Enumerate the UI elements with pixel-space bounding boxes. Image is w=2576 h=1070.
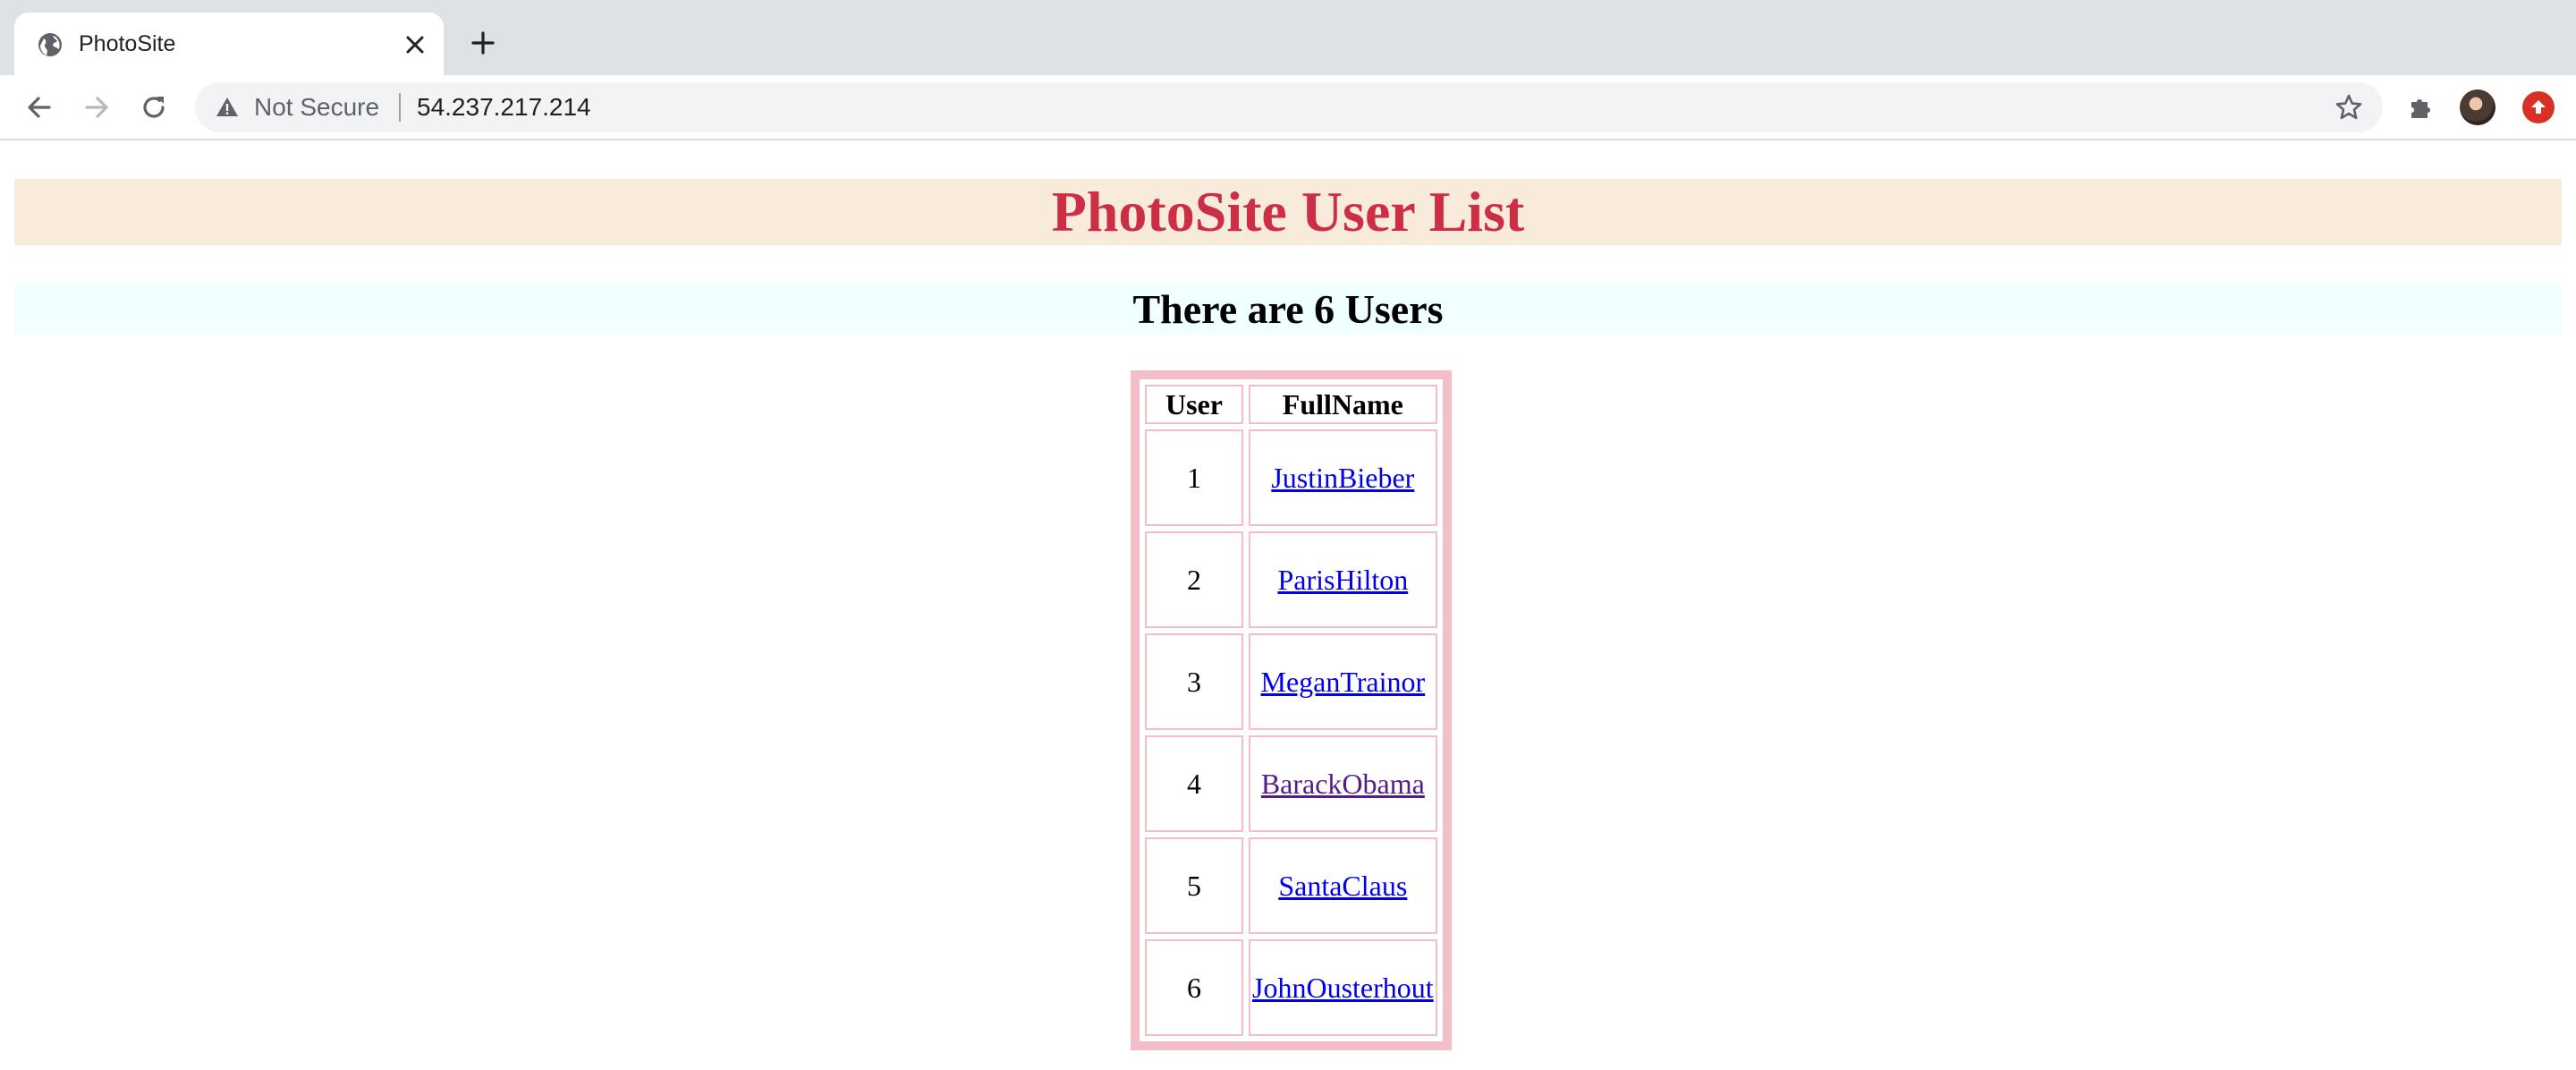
user-number-cell: 5	[1145, 837, 1243, 934]
user-link-barackobama[interactable]: BarackObama	[1261, 768, 1425, 800]
table-row: 6 JohnOusterhout	[1145, 939, 1437, 1036]
user-table: User FullName 1 JustinBieber 2 ParisHilt…	[1131, 370, 1452, 1050]
user-link-parishilton[interactable]: ParisHilton	[1277, 564, 1408, 596]
column-header-fullname: FullName	[1249, 385, 1437, 424]
user-link-megantrainor[interactable]: MeganTrainor	[1260, 666, 1425, 698]
fullname-cell: ParisHilton	[1249, 531, 1437, 628]
arrow-right-icon[interactable]	[77, 88, 116, 127]
fullname-cell: JohnOusterhout	[1249, 939, 1437, 1036]
user-table-container: User FullName 1 JustinBieber 2 ParisHilt…	[1131, 370, 1452, 1050]
security-label[interactable]: Not Secure	[254, 93, 379, 122]
puzzle-icon[interactable]	[2402, 89, 2438, 125]
user-count-heading: There are 6 Users	[1132, 286, 1444, 332]
user-number-cell: 4	[1145, 735, 1243, 832]
close-icon[interactable]	[399, 29, 431, 61]
address-bar[interactable]: Not Secure 54.237.217.214	[195, 82, 2383, 132]
globe-icon	[36, 30, 64, 59]
page-title: PhotoSite User List	[1051, 180, 1525, 243]
browser-toolbar: Not Secure 54.237.217.214	[0, 75, 2576, 140]
warning-triangle-icon[interactable]	[215, 95, 240, 120]
table-header-row: User FullName	[1145, 385, 1437, 424]
table-row: 3 MeganTrainor	[1145, 633, 1437, 730]
avatar[interactable]	[2460, 89, 2496, 125]
user-number-cell: 3	[1145, 633, 1243, 730]
user-number-cell: 6	[1145, 939, 1243, 1036]
update-arrow-icon[interactable]	[2522, 91, 2555, 123]
table-row: 4 BarackObama	[1145, 735, 1437, 832]
user-link-santaclaus[interactable]: SantaClaus	[1278, 870, 1407, 902]
tab-strip: PhotoSite	[0, 0, 2576, 75]
column-header-user: User	[1145, 385, 1243, 424]
table-row: 2 ParisHilton	[1145, 531, 1437, 628]
page-title-banner: PhotoSite User List	[14, 179, 2562, 245]
user-number-cell: 2	[1145, 531, 1243, 628]
user-count-banner: There are 6 Users	[14, 284, 2562, 335]
fullname-cell: JustinBieber	[1249, 429, 1437, 526]
plus-icon[interactable]	[465, 25, 501, 61]
user-link-johnousterhout[interactable]: JohnOusterhout	[1252, 972, 1434, 1004]
fullname-cell: MeganTrainor	[1249, 633, 1437, 730]
star-icon[interactable]	[2334, 93, 2363, 122]
fullname-cell: BarackObama	[1249, 735, 1437, 832]
reload-icon[interactable]	[134, 88, 174, 127]
table-row: 5 SantaClaus	[1145, 837, 1437, 934]
arrow-left-icon[interactable]	[20, 88, 59, 127]
omnibox-divider	[399, 93, 401, 122]
tab-title: PhotoSite	[79, 31, 176, 56]
toolbar-divider	[0, 139, 2576, 140]
user-number-cell: 1	[1145, 429, 1243, 526]
table-row: 1 JustinBieber	[1145, 429, 1437, 526]
tab-photosite[interactable]: PhotoSite	[14, 13, 444, 75]
url-text[interactable]: 54.237.217.214	[417, 93, 591, 122]
user-link-justinbieber[interactable]: JustinBieber	[1271, 462, 1414, 494]
fullname-cell: SantaClaus	[1249, 837, 1437, 934]
